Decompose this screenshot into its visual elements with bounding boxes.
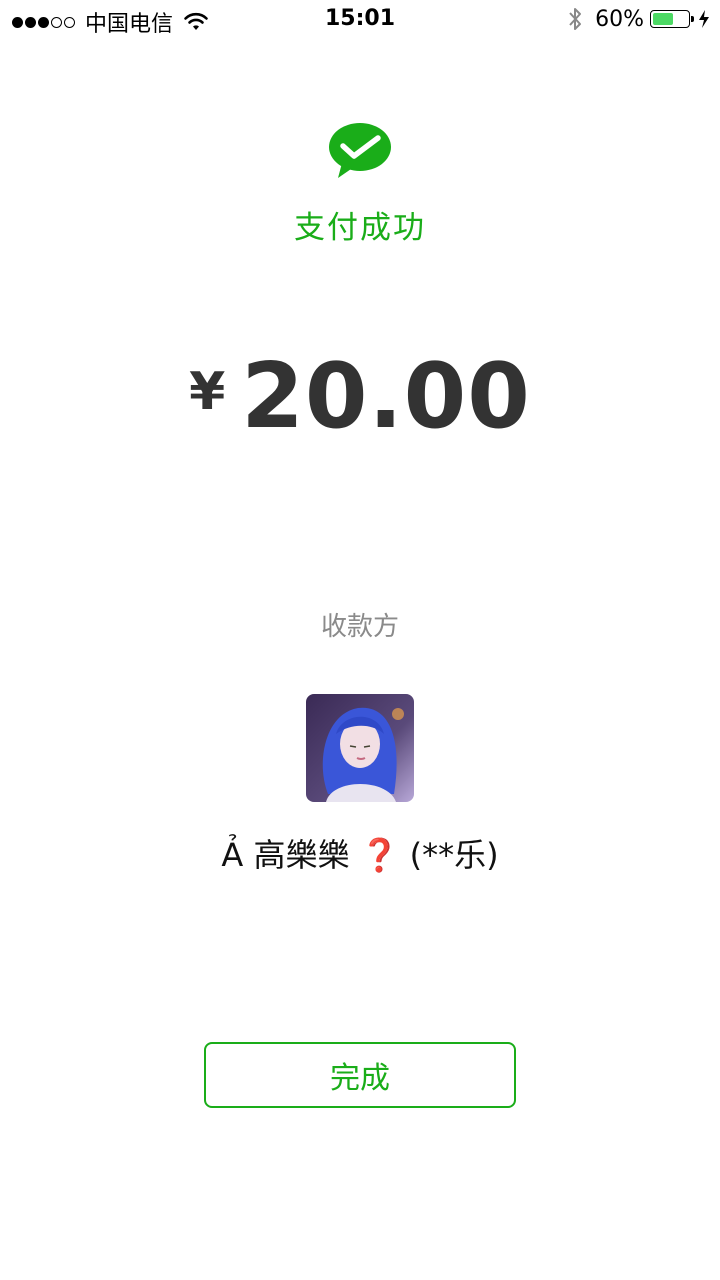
status-right: 60% [567,6,710,32]
charging-icon [699,10,709,28]
payee-name: Ả 高樂樂 ❓ (**乐) [221,836,499,874]
battery-percent: 60% [595,6,644,32]
status-bar: 中国电信 15:01 60% [0,0,720,40]
battery-icon [650,10,694,28]
done-button[interactable]: 完成 [204,1042,516,1108]
payee-avatar [306,694,414,802]
wechat-pay-success-icon [329,123,391,178]
payment-success-screen: 中国电信 15:01 60% 支付成功 ¥ 20.00 收款方 Ả 高樂樂 ❓ … [0,0,720,1280]
payment-success-title: 支付成功 [294,210,426,246]
bluetooth-icon [569,8,582,30]
payee-label: 收款方 [320,612,399,642]
payment-amount: 20.00 [241,344,531,449]
amount-row: ¥ 20.00 [0,352,720,442]
currency-symbol: ¥ [189,362,226,422]
